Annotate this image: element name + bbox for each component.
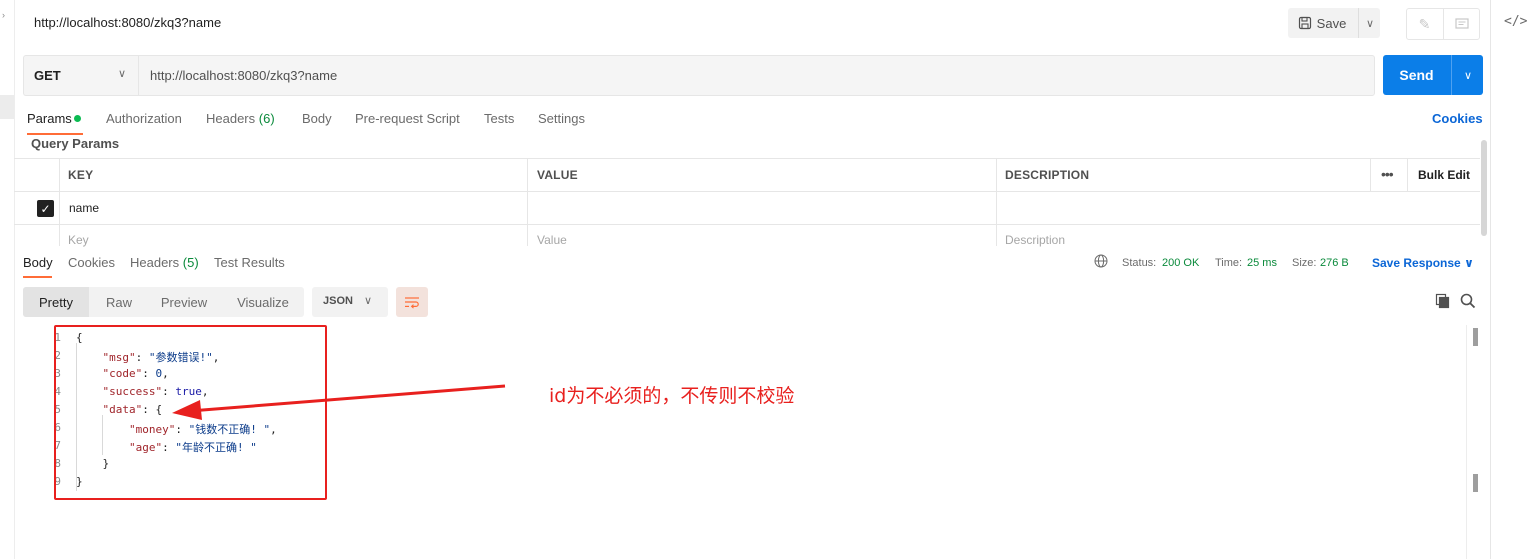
send-button[interactable]: Send <box>1383 55 1450 95</box>
send-options-chevron-icon[interactable]: ∨ <box>1451 55 1484 95</box>
tab-headers[interactable]: Headers (6) <box>206 111 275 126</box>
chevron-down-icon: ∨ <box>118 68 127 80</box>
left-gutter: › <box>0 0 15 559</box>
tab-authorization[interactable]: Authorization <box>106 111 182 126</box>
save-response-button[interactable]: Save Response ∨ <box>1372 256 1474 270</box>
more-options-icon[interactable]: ••• <box>1381 166 1394 182</box>
size-label: Size: <box>1292 257 1317 269</box>
annotation-text: id为不必须的，不传则不校验 <box>549 385 795 407</box>
response-tab-cookies[interactable]: Cookies <box>68 255 115 270</box>
chevron-down-icon: ∨ <box>364 295 373 307</box>
collapse-icon[interactable]: › <box>2 10 5 20</box>
pencil-icon[interactable]: ✎ <box>1407 9 1442 39</box>
send-group: Send ∨ <box>1383 55 1483 95</box>
response-tab-headers-count: (5) <box>182 255 199 270</box>
tab-tests[interactable]: Tests <box>484 111 514 126</box>
new-value-input[interactable]: Value <box>537 233 567 247</box>
save-group: Save ∨ <box>1288 8 1380 38</box>
format-visualize[interactable]: Visualize <box>223 287 303 317</box>
query-params-label: Query Params <box>31 136 120 151</box>
wrap-lines-button[interactable] <box>396 287 428 317</box>
column-header-description: DESCRIPTION <box>1005 168 1090 182</box>
new-description-input[interactable]: Description <box>1005 233 1065 247</box>
search-icon[interactable] <box>1460 293 1476 309</box>
code-snippet-icon[interactable]: </> <box>1504 14 1527 29</box>
response-active-tab-indicator <box>23 276 52 278</box>
save-options-chevron-icon[interactable]: ∨ <box>1358 8 1381 38</box>
tab-headers-label: Headers <box>206 111 256 126</box>
editor-scrollbar-thumb[interactable] <box>1473 328 1478 346</box>
format-tabs: Pretty Raw Preview Visualize <box>23 287 304 317</box>
time-label: Time: <box>1215 257 1243 269</box>
globe-icon[interactable] <box>1094 254 1108 268</box>
params-scrollbar[interactable] <box>1481 140 1487 236</box>
right-sidebar: </> <box>1490 0 1531 559</box>
bulk-edit-button[interactable]: Bulk Edit <box>1418 168 1470 182</box>
tab-pre-request-script[interactable]: Pre-request Script <box>355 111 460 126</box>
response-tab-body[interactable]: Body <box>23 255 53 270</box>
active-tab-indicator <box>27 133 83 135</box>
time-value[interactable]: 25 ms <box>1247 257 1277 269</box>
save-response-label: Save Response <box>1372 256 1461 270</box>
tab-params[interactable]: Params <box>27 111 72 126</box>
editor-scrollbar-thumb[interactable] <box>1473 474 1478 492</box>
param-key-cell[interactable]: name <box>69 201 99 215</box>
format-raw[interactable]: Raw <box>89 287 149 317</box>
url-input[interactable]: http://localhost:8080/zkq3?name <box>138 55 1375 96</box>
wrap-icon <box>405 297 419 309</box>
params-active-dot <box>74 115 81 122</box>
method-select[interactable]: GET ∨ <box>23 55 139 96</box>
comment-icon[interactable] <box>1443 9 1479 39</box>
format-pretty[interactable]: Pretty <box>23 287 89 317</box>
new-key-input[interactable]: Key <box>68 233 89 247</box>
column-header-value: VALUE <box>537 168 578 182</box>
gutter-selection <box>0 95 14 119</box>
response-tab-test-results[interactable]: Test Results <box>214 255 285 270</box>
status-label: Status: <box>1122 257 1157 269</box>
params-table: KEY VALUE DESCRIPTION ••• Bulk Edit ✓ na… <box>14 158 1480 247</box>
size-value[interactable]: 276 B <box>1320 257 1349 269</box>
column-header-key: KEY <box>68 168 94 182</box>
copy-icon[interactable] <box>1435 293 1451 309</box>
method-label: GET <box>34 68 61 83</box>
tab-headers-count: (6) <box>258 111 275 126</box>
url-text: http://localhost:8080/zkq3?name <box>150 68 338 83</box>
tab-body[interactable]: Body <box>302 111 332 126</box>
floppy-icon <box>1298 16 1311 30</box>
response-tab-headers-label: Headers <box>130 255 180 270</box>
param-row-checkbox[interactable]: ✓ <box>37 200 54 217</box>
language-select[interactable]: JSON ∨ <box>312 287 388 317</box>
editor-divider <box>1466 325 1467 559</box>
response-tab-headers[interactable]: Headers (5) <box>130 255 199 270</box>
tab-settings[interactable]: Settings <box>538 111 585 126</box>
chevron-down-icon: ∨ <box>1464 256 1474 270</box>
request-title: http://localhost:8080/zkq3?name <box>34 15 222 30</box>
save-label: Save <box>1316 15 1347 31</box>
language-label: JSON <box>323 295 353 307</box>
format-preview[interactable]: Preview <box>149 287 219 317</box>
annotation-arrow <box>172 384 506 420</box>
status-value[interactable]: 200 OK <box>1162 257 1199 269</box>
cookies-link[interactable]: Cookies <box>1432 111 1483 126</box>
edit-group: ✎ <box>1406 8 1480 40</box>
save-button[interactable]: Save <box>1288 8 1356 38</box>
